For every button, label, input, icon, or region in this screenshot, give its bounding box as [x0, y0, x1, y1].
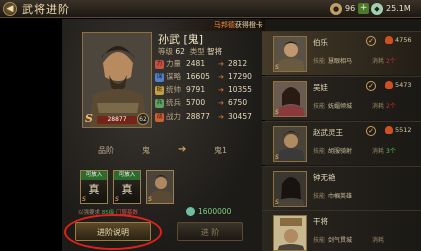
troops-icon: 兵: [155, 98, 164, 108]
hero-power-badge: 28877: [97, 116, 137, 124]
selected-check-icon[interactable]: ✓: [366, 36, 376, 46]
grade-label: 品阶: [98, 146, 114, 155]
stat-power: 战 战力 28877 ➔ 30457: [155, 112, 252, 122]
hero-thumbnail: S: [273, 36, 307, 72]
stat-command: 统 统帅 9791 ➔ 10355: [155, 85, 252, 95]
arrow-right-icon: ➔: [218, 113, 224, 121]
stat-troops: 兵 统兵 5700 ➔ 6750: [155, 98, 248, 108]
advance-info-button[interactable]: 进阶说明: [75, 222, 151, 241]
list-item[interactable]: 干将 技能 剑气贯城 消耗: [262, 210, 421, 251]
list-item[interactable]: S 吴娃 ✓ 5473 技能 妩媚倾城 消耗 2个: [262, 76, 421, 120]
arrow-right-icon: ➔: [218, 86, 224, 94]
material-slot-3[interactable]: S: [146, 170, 174, 204]
copper-coin-icon: ●: [330, 2, 342, 15]
hero-name: 孙武 [鬼]: [158, 33, 204, 46]
advance-cost: 1600000: [186, 207, 231, 216]
arrow-right-icon: ➔: [178, 144, 187, 155]
selected-check-icon[interactable]: ✓: [366, 126, 376, 136]
add-copper-button[interactable]: +: [358, 3, 370, 14]
hero-thumbnail: S: [273, 171, 307, 207]
grade-to: 鬼1: [214, 146, 228, 155]
grade-from: 鬼: [142, 146, 150, 155]
copper-value: 96: [345, 4, 356, 13]
hero-quality-badge: S: [85, 112, 93, 125]
jade-icon: ◆: [371, 2, 383, 15]
hero-level-badge: 62: [137, 113, 149, 125]
arrow-right-icon: ➔: [218, 73, 224, 81]
hero-thumbnail: S: [273, 126, 307, 162]
arrow-right-icon: ➔: [218, 99, 224, 107]
list-item[interactable]: S 伯乐 ✓ 4756 技能 慧眼相马 消耗 2个: [262, 31, 421, 75]
power-icon: 战: [155, 112, 164, 122]
selected-check-icon[interactable]: ✓: [366, 81, 376, 91]
power-icon: [385, 81, 393, 89]
hero-thumbnail: S: [273, 81, 307, 117]
requirement-text: 以强要求 85级 门盟基数: [78, 210, 139, 216]
command-icon: 统: [155, 85, 164, 95]
copper-resource: ● 96 +: [330, 2, 370, 15]
jade-resource: ◆ 25.1M: [371, 2, 411, 15]
stat-strategy: 谋 谋略 16605 ➔ 17290: [155, 72, 252, 82]
strength-icon: 力: [155, 59, 164, 69]
back-arrow-icon[interactable]: ◀: [3, 2, 17, 16]
hero-portrait[interactable]: S 28877 62: [82, 32, 152, 128]
stat-strength: 力 力量 2481 ➔ 2812: [155, 59, 248, 69]
list-item[interactable]: S 赵武灵王 ✓ 5512 技能 胡服骑射 消耗 3个: [262, 121, 421, 165]
notice-player: 马邦德: [213, 21, 235, 29]
power-icon: [385, 126, 393, 134]
top-bar: ◀ 武将进阶 ● 96 + ◆ 25.1M: [0, 0, 421, 18]
power-icon: [385, 36, 393, 44]
hero-level-line: 等级 62 类型 智将: [158, 47, 223, 56]
list-item[interactable]: S 钟无艳 技能 巾帼英雄: [262, 166, 421, 210]
material-slot-1[interactable]: 可放入 真 S: [80, 170, 108, 204]
jade-value: 25.1M: [386, 4, 411, 13]
page-title: 武将进阶: [22, 3, 70, 16]
material-slot-2[interactable]: 可放入 真 S: [113, 170, 141, 204]
strategy-icon: 谋: [155, 72, 164, 82]
hero-thumbnail: [273, 215, 307, 251]
arrow-right-icon: ➔: [218, 60, 224, 68]
advance-button[interactable]: 进 阶: [177, 222, 243, 241]
jade-coin-icon: [186, 207, 195, 216]
